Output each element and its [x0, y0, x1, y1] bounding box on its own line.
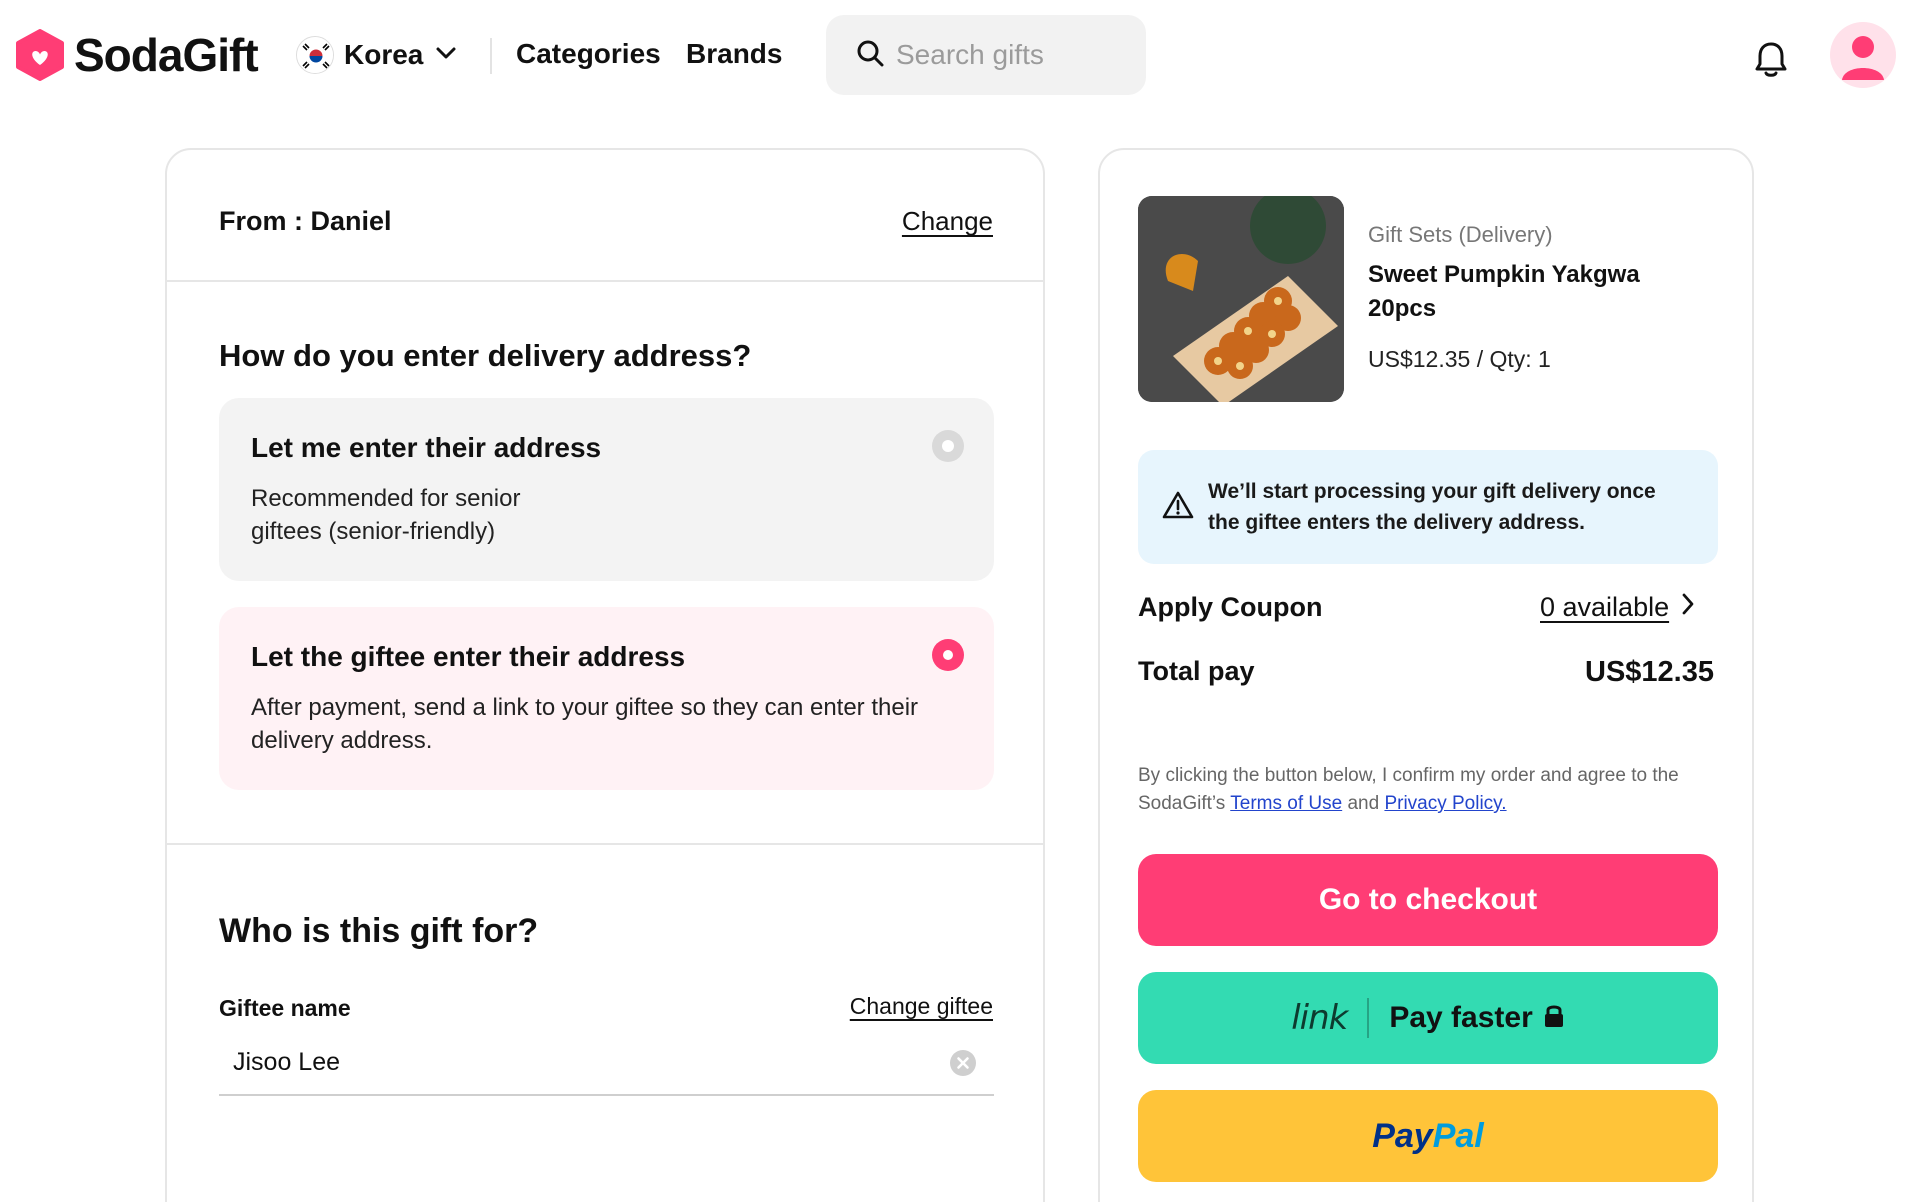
product-category: Gift Sets (Delivery): [1368, 222, 1553, 247]
logo-text: SodaGift: [74, 29, 259, 81]
section-divider: [167, 843, 1043, 845]
total-value: US$12.35: [1585, 656, 1714, 688]
product-price-qty: US$12.35 / Qty: 1: [1368, 346, 1551, 372]
option-description: After payment, send a link to your gifte…: [251, 694, 919, 754]
terms-of-use-link[interactable]: Terms of Use: [1230, 793, 1342, 814]
option-sender-enters-address[interactable]: Let me enter their address Recommended f…: [219, 398, 994, 581]
radio-selected[interactable]: [932, 639, 964, 671]
change-giftee-link[interactable]: Change giftee: [850, 993, 993, 1020]
coupon-available-text: 0 available: [1540, 592, 1670, 622]
product-image: [1138, 196, 1344, 402]
option-description: Recommended for senior giftees (senior-f…: [251, 485, 521, 545]
paypal-logo-part2: Pal: [1432, 1116, 1484, 1155]
search-bar[interactable]: [826, 15, 1146, 95]
paypal-logo-part1: Pay: [1372, 1116, 1433, 1155]
notice-text: We’ll start processing your gift deliver…: [1208, 480, 1656, 534]
legal-consent: By clicking the button below, I confirm …: [1138, 762, 1718, 818]
nav-categories[interactable]: Categories: [516, 38, 661, 70]
order-summary-card: Gift Sets (Delivery) Sweet Pumpkin Yakgw…: [1098, 148, 1754, 1202]
gift-details-card: From : Daniel Change How do you enter de…: [165, 148, 1045, 1202]
lock-icon: [1543, 1003, 1565, 1034]
legal-text-and: and: [1342, 793, 1385, 814]
option-title: Let the giftee enter their address: [251, 641, 686, 672]
logo-icon: [14, 29, 66, 81]
total-label: Total pay: [1138, 656, 1255, 686]
chevron-down-icon: [435, 46, 457, 65]
delivery-notice: We’ll start processing your gift deliver…: [1138, 450, 1718, 564]
avatar[interactable]: [1830, 22, 1896, 88]
sender-name: From : Daniel: [219, 206, 392, 236]
radio-unselected[interactable]: [932, 430, 964, 462]
coupon-label: Apply Coupon: [1138, 592, 1323, 622]
country-label: Korea: [344, 39, 424, 70]
paypal-button[interactable]: Pay Pal: [1138, 1090, 1718, 1182]
top-navbar: SodaGift Korea Categories Brands: [0, 0, 1908, 110]
sender-row: From : Daniel Change: [167, 150, 1043, 282]
warning-icon: [1162, 490, 1194, 525]
checkout-button[interactable]: Go to checkout: [1138, 854, 1718, 946]
link-pay-button[interactable]: link Pay faster: [1138, 972, 1718, 1064]
delivery-question: How do you enter delivery address?: [219, 338, 752, 373]
change-sender-link[interactable]: Change: [902, 206, 993, 237]
nav-divider: [490, 38, 492, 74]
link-logo: link: [1291, 998, 1348, 1038]
pay-faster-label: Pay faster: [1389, 1001, 1533, 1034]
clear-icon[interactable]: [950, 1050, 976, 1076]
giftee-name-label: Giftee name: [219, 995, 351, 1021]
nav-brands[interactable]: Brands: [686, 38, 782, 70]
option-giftee-enters-address[interactable]: Let the giftee enter their address After…: [219, 607, 994, 790]
coupon-available-link[interactable]: 0 available: [1540, 592, 1695, 623]
search-icon: [856, 39, 884, 72]
search-input[interactable]: [896, 39, 1136, 71]
privacy-policy-link[interactable]: Privacy Policy.: [1384, 793, 1506, 814]
product-name: Sweet Pumpkin Yakgwa 20pcs: [1368, 261, 1640, 322]
recipient-title: Who is this gift for?: [219, 912, 539, 950]
giftee-name-input[interactable]: [233, 1048, 913, 1077]
giftee-name-field: [219, 1030, 994, 1096]
option-title: Let me enter their address: [251, 432, 602, 463]
link-divider: [1367, 998, 1370, 1038]
korea-flag-icon: [296, 36, 334, 74]
logo[interactable]: SodaGift: [14, 28, 259, 82]
chevron-right-icon: [1681, 592, 1695, 623]
country-selector[interactable]: Korea: [296, 34, 457, 76]
bell-icon[interactable]: [1754, 40, 1788, 83]
